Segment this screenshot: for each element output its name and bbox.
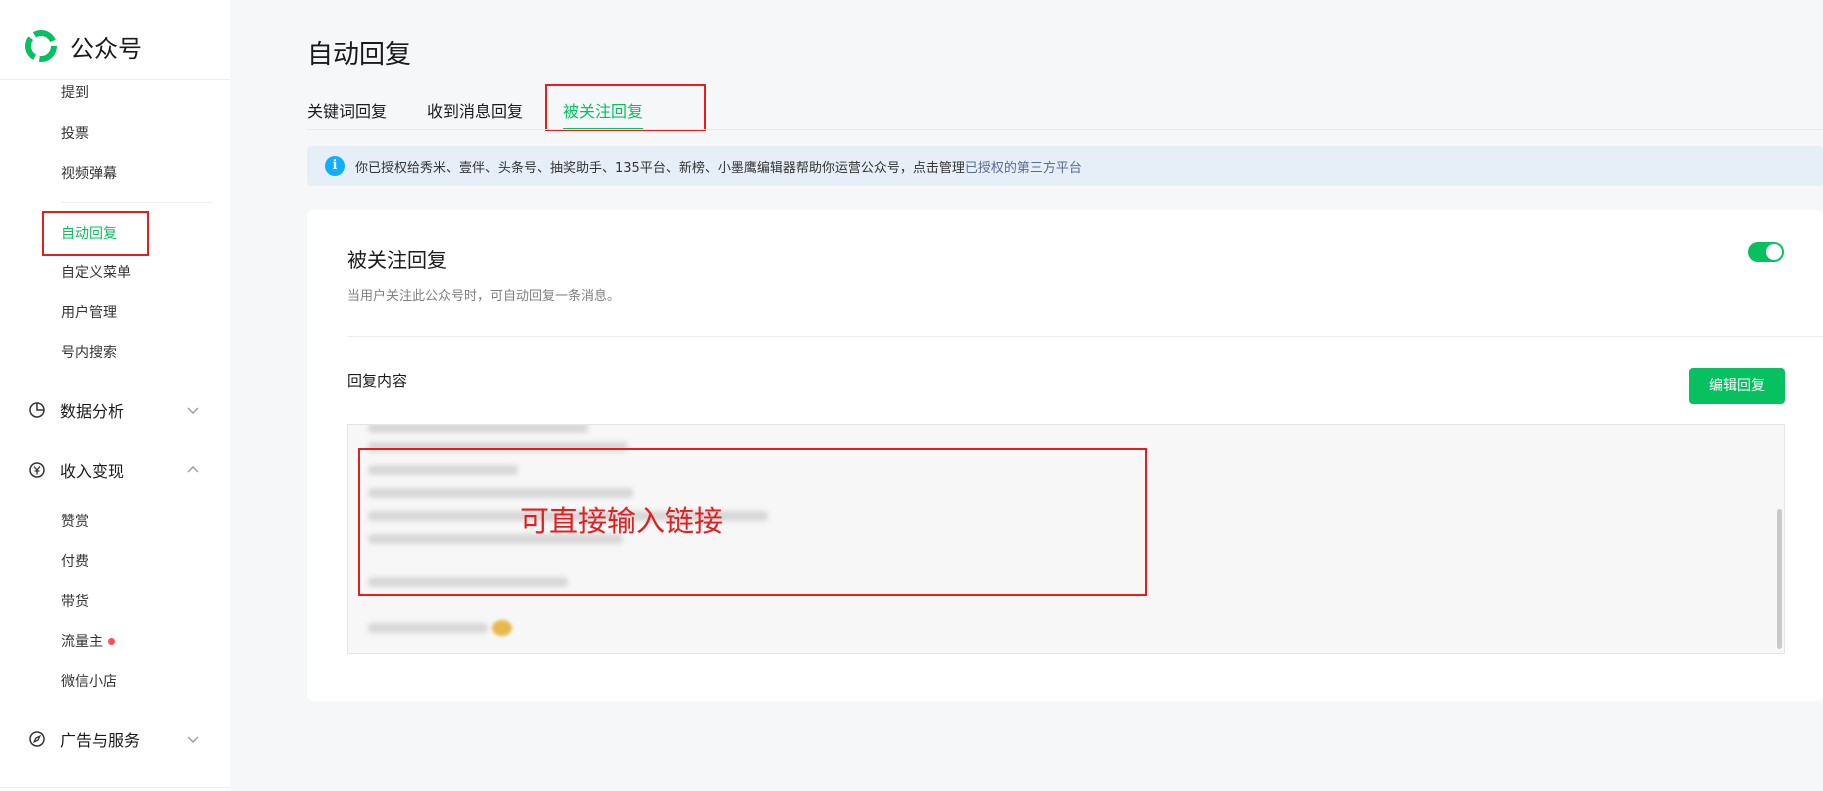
sidebar-group-data-analysis[interactable]: 数据分析 bbox=[28, 398, 200, 422]
sidebar-item-wechat-store[interactable]: 微信小店 bbox=[61, 672, 117, 692]
brand-logo[interactable]: 公众号 bbox=[24, 28, 142, 64]
follow-reply-toggle[interactable] bbox=[1748, 242, 1784, 262]
sidebar-item-label: 流量主 bbox=[61, 634, 103, 650]
card-description: 当用户关注此公众号时，可自动回复一条消息。 bbox=[347, 289, 621, 304]
sidebar-group-ads-services[interactable]: 广告与服务 bbox=[28, 727, 200, 751]
sidebar-item-auto-reply[interactable]: 自动回复 bbox=[61, 224, 117, 244]
yen-icon bbox=[29, 462, 45, 478]
emoji-icon bbox=[492, 620, 512, 636]
sidebar-item-paid[interactable]: 付费 bbox=[61, 552, 89, 572]
tab-bar: 关键词回复 收到消息回复 被关注回复 bbox=[307, 100, 683, 130]
blurred-text-line bbox=[368, 488, 633, 498]
notification-dot bbox=[108, 637, 115, 645]
sidebar-item-account-search[interactable]: 号内搜索 bbox=[61, 343, 117, 363]
wechat-official-logo-icon bbox=[25, 30, 57, 62]
notice-banner: i 你已授权给秀米、壹伴、头条号、抽奖助手、135平台、新榜、小墨鹰编辑器帮助你… bbox=[307, 146, 1823, 186]
blurred-text-line bbox=[368, 623, 488, 633]
sidebar-item-appreciation[interactable]: 赞赏 bbox=[61, 512, 89, 532]
info-icon: i bbox=[325, 156, 345, 176]
sidebar-group-monetization[interactable]: 收入变现 bbox=[28, 458, 200, 482]
brand-name: 公众号 bbox=[70, 34, 142, 63]
blurred-text-line bbox=[368, 465, 518, 475]
chevron-down-icon bbox=[187, 407, 199, 414]
sidebar-item-traffic-owner[interactable]: 流量主 bbox=[61, 632, 115, 652]
blurred-text-line bbox=[368, 442, 628, 452]
blurred-text-line bbox=[368, 425, 588, 433]
tab-underline-divider bbox=[307, 129, 1823, 130]
follow-reply-card: 被关注回复 当用户关注此公众号时，可自动回复一条消息。 回复内容 编辑回复 bbox=[307, 210, 1823, 701]
tab-follow-reply[interactable]: 被关注回复 bbox=[563, 100, 644, 130]
chevron-down-icon bbox=[187, 736, 199, 743]
chevron-up-icon bbox=[187, 466, 199, 473]
sidebar: 公众号 提到 投票 视频弹幕 自动回复 自定义菜单 用户管理 号内搜索 数据分析… bbox=[0, 0, 230, 791]
sidebar-divider bbox=[0, 79, 230, 80]
notice-text: 你已授权给秀米、壹伴、头条号、抽奖助手、135平台、新榜、小墨鹰编辑器帮助你运营… bbox=[355, 160, 965, 176]
sidebar-item-sell-goods[interactable]: 带货 bbox=[61, 592, 89, 612]
sidebar-item-vote[interactable]: 投票 bbox=[61, 124, 89, 144]
authorized-platforms-link[interactable]: 已授权的第三方平台 bbox=[965, 157, 1082, 176]
sidebar-group-label: 收入变现 bbox=[60, 462, 125, 481]
sidebar-divider bbox=[0, 787, 230, 788]
sidebar-item-video-danmaku[interactable]: 视频弹幕 bbox=[61, 164, 117, 184]
edit-reply-button[interactable]: 编辑回复 bbox=[1689, 368, 1785, 404]
sidebar-item-custom-menu[interactable]: 自定义菜单 bbox=[61, 263, 131, 283]
sidebar-item-mention[interactable]: 提到 bbox=[61, 83, 89, 103]
tab-message-reply[interactable]: 收到消息回复 bbox=[427, 100, 523, 130]
sidebar-item-user-management[interactable]: 用户管理 bbox=[61, 303, 117, 323]
tab-keyword-reply[interactable]: 关键词回复 bbox=[307, 100, 387, 130]
blurred-text-line bbox=[368, 577, 568, 587]
page-title: 自动回复 bbox=[307, 40, 412, 70]
card-divider bbox=[347, 336, 1823, 337]
sidebar-group-label: 广告与服务 bbox=[60, 731, 141, 750]
reply-content-label: 回复内容 bbox=[347, 372, 408, 390]
toggle-knob bbox=[1766, 244, 1782, 260]
annotation-overlay-text: 可直接输入链接 bbox=[520, 504, 724, 538]
scrollbar[interactable] bbox=[1777, 509, 1782, 649]
sidebar-sub-divider bbox=[61, 202, 213, 203]
compass-icon bbox=[29, 731, 45, 747]
card-title: 被关注回复 bbox=[347, 248, 447, 272]
pie-chart-icon bbox=[29, 402, 45, 418]
sidebar-group-label: 数据分析 bbox=[60, 402, 125, 421]
